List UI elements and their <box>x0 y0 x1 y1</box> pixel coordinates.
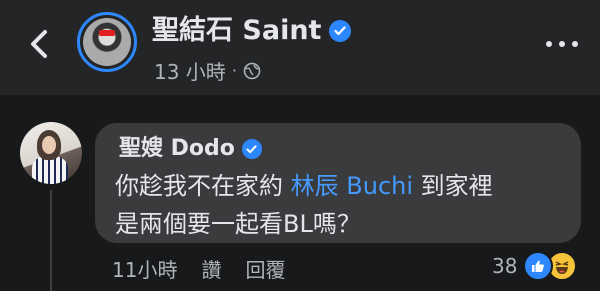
comment-time[interactable]: 11小時 <box>112 254 177 283</box>
comment-text-part2: 到家裡 <box>420 172 493 200</box>
reply-button[interactable]: 回覆 <box>245 254 285 283</box>
page-name-label: 聖結石 Saint <box>152 15 322 46</box>
post-header: 聖結石 Saint 13 小時 · <box>0 0 600 95</box>
verified-badge-icon <box>329 20 352 42</box>
commenter-avatar[interactable] <box>20 122 82 184</box>
reaction-count: 38 <box>492 254 518 278</box>
mention-link[interactable]: 林辰 Buchi <box>291 172 413 200</box>
back-button[interactable] <box>24 26 54 62</box>
more-dots-icon <box>546 41 552 47</box>
page-avatar[interactable] <box>77 12 137 72</box>
commenter-name[interactable]: 聖嫂 Dodo <box>119 135 561 163</box>
post-comment-view: 聖結石 Saint 13 小時 · 聖嫂 Dodo 你趁我不在家約 林辰 Buc… <box>0 0 600 291</box>
comment-bubble[interactable]: 聖嫂 Dodo 你趁我不在家約 林辰 Buchi 到家裡 是兩個要一起看BL嗎？ <box>95 123 581 243</box>
comment-text-part1: 你趁我不在家約 <box>115 172 283 200</box>
more-options-button[interactable] <box>546 34 586 54</box>
page-avatar-image <box>83 18 131 66</box>
comment-text: 你趁我不在家約 林辰 Buchi 到家裡 是兩個要一起看BL嗎？ <box>115 167 561 243</box>
like-icon <box>523 251 554 281</box>
reaction-summary[interactable]: 38 <box>492 251 578 281</box>
post-meta: 13 小時 · <box>154 56 261 85</box>
post-time: 13 小時 <box>154 60 226 84</box>
comment-text-line2: 是兩個要一起看BL嗎？ <box>115 210 361 238</box>
separator-dot: · <box>231 61 237 80</box>
commenter-name-label: 聖嫂 Dodo <box>119 136 235 161</box>
thread-line <box>50 190 52 291</box>
verified-badge-icon <box>241 139 262 159</box>
globe-icon <box>243 62 261 79</box>
page-name[interactable]: 聖結石 Saint <box>152 14 352 48</box>
chevron-left-icon <box>31 30 47 58</box>
like-button[interactable]: 讚 <box>201 254 221 283</box>
comment-actions: 11小時 讚 回覆 <box>112 254 285 283</box>
